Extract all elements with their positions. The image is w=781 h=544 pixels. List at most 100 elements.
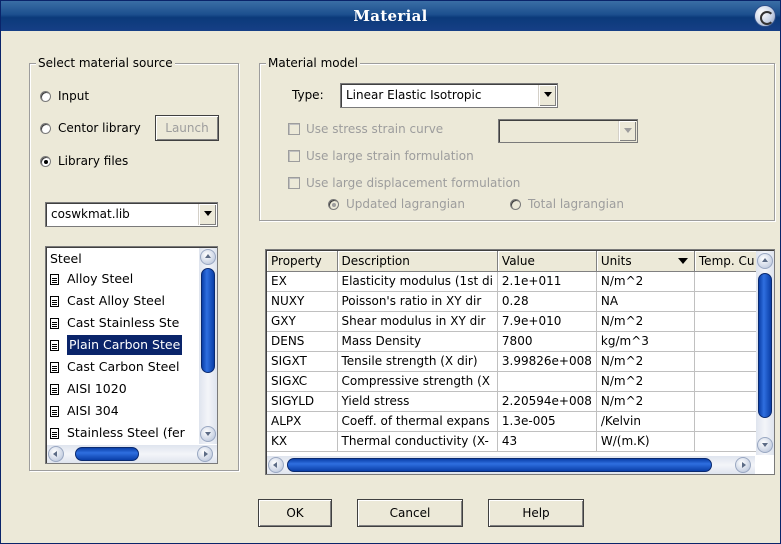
column-header-property[interactable]: Property	[267, 251, 338, 272]
column-header-value[interactable]: Value	[497, 251, 597, 272]
column-header-units[interactable]: Units	[596, 251, 695, 272]
table-row[interactable]: SIGXT Tensile strength (X dir) 3.99826e+…	[267, 351, 763, 372]
table-row[interactable]: EX Elasticity modulus (1st di 2.1e+011 N…	[267, 271, 763, 292]
cancel-button[interactable]: Cancel	[357, 499, 463, 527]
table-cell[interactable]: ALPX	[267, 411, 338, 432]
tree-horizontal-scroll-thumb[interactable]	[75, 447, 139, 461]
checkbox-large-strain-box[interactable]	[288, 150, 300, 162]
table-cell[interactable]: NA	[596, 291, 695, 312]
table-vertical-scrollbar[interactable]	[756, 251, 774, 455]
table-cell[interactable]: 0.28	[497, 291, 597, 312]
table-cell[interactable]: Tensile strength (X dir)	[337, 351, 498, 372]
table-cell[interactable]: W/(m.K)	[596, 431, 695, 452]
scroll-down-icon[interactable]	[200, 426, 216, 442]
table-cell[interactable]	[694, 291, 763, 312]
tree-vertical-scroll-thumb[interactable]	[201, 268, 215, 373]
table-cell[interactable]: kg/m^3	[596, 331, 695, 352]
table-cell[interactable]: /Kelvin	[596, 411, 695, 432]
checkbox-large-displacement-box[interactable]	[288, 177, 300, 189]
table-cell[interactable]	[694, 271, 763, 292]
table-row[interactable]: ALPX Coeff. of thermal expans 1.3e-005 /…	[267, 411, 763, 432]
table-cell[interactable]: 1.3e-005	[497, 411, 597, 432]
tree-item[interactable]: Cast Alloy Steel	[50, 291, 165, 311]
table-row[interactable]: KX Thermal conductivity (X- 43 W/(m.K)	[267, 431, 763, 452]
help-button[interactable]: Help	[488, 499, 584, 527]
table-cell[interactable]: 7.9e+010	[497, 311, 597, 332]
table-cell[interactable]: KX	[267, 431, 338, 452]
tree-item[interactable]: Cast Carbon Steel	[50, 357, 179, 377]
chevron-down-icon[interactable]	[677, 258, 688, 264]
table-cell[interactable]	[694, 311, 763, 332]
title-bar[interactable]: Material	[1, 1, 780, 31]
table-cell[interactable]: N/m^2	[596, 271, 695, 292]
library-file-dropdown[interactable]: coswkmat.lib	[45, 202, 218, 227]
scroll-left-icon[interactable]	[48, 446, 64, 462]
table-row[interactable]: SIGXC Compressive strength (X N/m^2	[267, 371, 763, 392]
stress-strain-curve-dropdown[interactable]	[498, 119, 638, 143]
table-cell[interactable]	[694, 351, 763, 372]
table-row[interactable]: SIGYLD Yield stress 2.20594e+008 N/m^2	[267, 391, 763, 412]
table-cell[interactable]: N/m^2	[596, 351, 695, 372]
radio-updated-lagrangian-circle[interactable]	[328, 198, 339, 210]
checkbox-stress-strain[interactable]: Use stress strain curve	[288, 122, 443, 136]
radio-centor-library[interactable]: Centor library	[40, 121, 141, 135]
type-dropdown[interactable]: Linear Elastic Isotropic	[340, 83, 558, 108]
tree-item[interactable]: AISI 1020	[50, 379, 127, 399]
scroll-right-icon[interactable]	[735, 457, 751, 473]
scroll-right-icon[interactable]	[197, 446, 213, 462]
material-tree[interactable]: Steel Alloy Steel Cast Alloy Steel Cast …	[45, 246, 218, 464]
table-cell[interactable]: SIGXC	[267, 371, 338, 392]
table-cell[interactable]: 3.99826e+008	[497, 351, 597, 372]
radio-centor-library-circle[interactable]	[40, 122, 51, 134]
tree-item[interactable]: AISI 304	[50, 401, 119, 421]
tree-item[interactable]: Alloy Steel	[50, 269, 133, 289]
scroll-down-icon[interactable]	[757, 437, 773, 453]
table-cell[interactable]	[694, 411, 763, 432]
table-row[interactable]: DENS Mass Density 7800 kg/m^3	[267, 331, 763, 352]
radio-total-lagrangian-circle[interactable]	[510, 198, 521, 210]
table-cell[interactable]: Coeff. of thermal expans	[337, 411, 498, 432]
checkbox-stress-strain-box[interactable]	[288, 123, 300, 135]
radio-total-lagrangian[interactable]: Total lagrangian	[510, 197, 624, 211]
table-cell[interactable]	[497, 371, 597, 392]
table-cell[interactable]	[694, 391, 763, 412]
table-cell[interactable]: 43	[497, 431, 597, 452]
table-cell[interactable]: Mass Density	[337, 331, 498, 352]
ok-button[interactable]: OK	[258, 499, 332, 527]
radio-input-circle[interactable]	[40, 90, 51, 102]
table-cell[interactable]: SIGYLD	[267, 391, 338, 412]
table-cell[interactable]: 7800	[497, 331, 597, 352]
tree-item[interactable]: Cast Stainless Ste	[50, 313, 179, 333]
column-header-description[interactable]: Description	[337, 251, 498, 272]
scroll-left-icon[interactable]	[268, 457, 284, 473]
table-cell[interactable]: Elasticity modulus (1st di	[337, 271, 498, 292]
scroll-up-icon[interactable]	[757, 253, 773, 269]
table-cell[interactable]	[694, 331, 763, 352]
tree-item-selected[interactable]: Plain Carbon Stee	[50, 335, 183, 355]
table-cell[interactable]: DENS	[267, 331, 338, 352]
table-cell[interactable]: SIGXT	[267, 351, 338, 372]
column-header-temp-curve[interactable]: Temp. Cu	[694, 251, 763, 272]
scroll-up-icon[interactable]	[200, 249, 216, 265]
table-horizontal-scroll-thumb[interactable]	[287, 458, 712, 472]
table-cell[interactable]: Poisson's ratio in XY dir	[337, 291, 498, 312]
table-cell[interactable]: Yield stress	[337, 391, 498, 412]
table-cell[interactable]: N/m^2	[596, 311, 695, 332]
property-table[interactable]: Property Description Value Units Temp. C…	[265, 249, 775, 475]
table-cell[interactable]: NUXY	[267, 291, 338, 312]
radio-library-files-circle[interactable]	[40, 155, 51, 167]
table-horizontal-scrollbar[interactable]	[267, 456, 755, 474]
table-cell[interactable]: N/m^2	[596, 391, 695, 412]
chevron-down-icon[interactable]	[198, 204, 216, 225]
chevron-down-icon[interactable]	[618, 121, 636, 141]
table-cell[interactable]: 2.1e+011	[497, 271, 597, 292]
launch-button[interactable]: Launch	[155, 115, 219, 141]
radio-updated-lagrangian[interactable]: Updated lagrangian	[328, 197, 465, 211]
table-cell[interactable]: Thermal conductivity (X-	[337, 431, 498, 452]
radio-library-files[interactable]: Library files	[40, 154, 128, 168]
tree-horizontal-scrollbar[interactable]	[47, 445, 217, 463]
table-cell[interactable]	[694, 371, 763, 392]
table-cell[interactable]	[694, 431, 763, 452]
tree-item[interactable]: Stainless Steel (fer	[50, 423, 185, 443]
table-row[interactable]: NUXY Poisson's ratio in XY dir 0.28 NA	[267, 291, 763, 312]
